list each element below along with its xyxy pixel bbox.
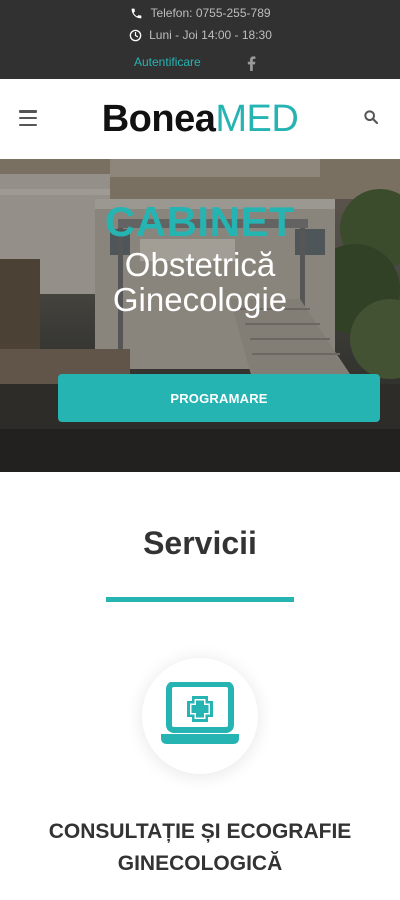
top-bar: Telefon: 0755-255-789 Luni - Joi 14:00 -…	[0, 0, 400, 79]
logo-bonea: Bonea	[101, 98, 216, 140]
hero-banner: CABINET Obstetrică Ginecologie PROGRAMAR…	[0, 159, 400, 472]
heading-underline	[106, 597, 294, 602]
hero-title: CABINET	[104, 198, 296, 245]
appointment-button[interactable]: PROGRAMARE	[58, 374, 380, 422]
hours-row: Luni - Joi 14:00 - 18:30	[0, 27, 400, 43]
hours-text: Luni - Joi 14:00 - 18:30	[149, 28, 272, 42]
phone-icon	[129, 6, 143, 20]
services-heading: Servicii	[143, 525, 257, 561]
laptop-medical-icon	[161, 680, 239, 751]
phone-text: Telefon: 0755-255-789	[150, 6, 271, 20]
hero-subtitle: Obstetrică Ginecologie	[0, 247, 400, 317]
service-title[interactable]: CONSULTAȚIE ȘI ECOGRAFIE GINECOLOGICĂ	[20, 816, 380, 880]
phone-row[interactable]: Telefon: 0755-255-789	[0, 5, 400, 21]
login-link[interactable]: Autentificare	[134, 55, 201, 69]
service-card-icon-wrapper[interactable]	[142, 658, 258, 774]
facebook-icon[interactable]	[244, 55, 258, 71]
site-logo[interactable]: BoneaMED	[0, 95, 400, 143]
clock-icon	[128, 28, 142, 42]
hero-subtitle-line1: Obstetrică	[124, 246, 276, 283]
logo-med: MED	[215, 98, 299, 140]
hero-subtitle-line2: Ginecologie	[112, 281, 288, 318]
search-icon[interactable]	[363, 109, 379, 125]
site-header: BoneaMED	[0, 79, 400, 159]
